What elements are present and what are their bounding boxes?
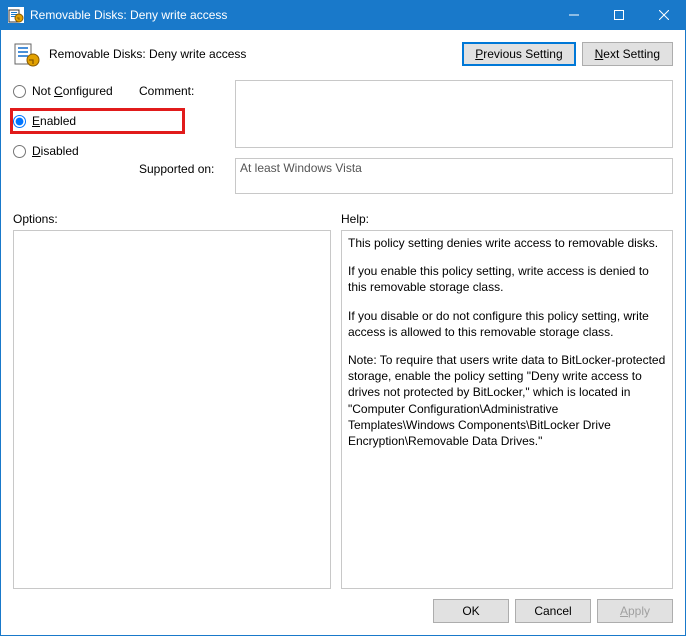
ok-button[interactable]: OK: [433, 599, 509, 623]
options-label: Options:: [13, 212, 331, 226]
help-paragraph: This policy setting denies write access …: [348, 235, 666, 251]
radio-not-configured[interactable]: Not Configured: [13, 84, 133, 98]
help-paragraph: If you enable this policy setting, write…: [348, 263, 666, 295]
comment-textarea[interactable]: [235, 80, 673, 148]
minimize-button[interactable]: [551, 0, 596, 30]
cancel-button[interactable]: Cancel: [515, 599, 591, 623]
supported-on-value: At least Windows Vista: [235, 158, 673, 194]
previous-setting-button[interactable]: Previous Setting: [462, 42, 575, 66]
page-icon: [13, 40, 41, 68]
help-paragraph: Note: To require that users write data t…: [348, 352, 666, 449]
next-setting-button[interactable]: Next Setting: [582, 42, 673, 66]
radio-enabled-label: Enabled: [32, 114, 76, 128]
radio-disabled-label: Disabled: [32, 144, 79, 158]
titlebar: Removable Disks: Deny write access: [0, 0, 686, 30]
radio-enabled-input[interactable]: [13, 115, 26, 128]
page-title: Removable Disks: Deny write access: [49, 47, 454, 61]
apply-button[interactable]: Apply: [597, 599, 673, 623]
radio-not-configured-label: Not Configured: [32, 84, 113, 98]
radio-disabled[interactable]: Disabled: [13, 144, 133, 158]
help-paragraph: If you disable or do not configure this …: [348, 308, 666, 340]
close-button[interactable]: [641, 0, 686, 30]
comment-label: Comment:: [139, 80, 229, 148]
supported-on-label: Supported on:: [139, 158, 229, 194]
window-controls: [551, 0, 686, 30]
radio-not-configured-input[interactable]: [13, 85, 26, 98]
options-pane: [13, 230, 331, 589]
help-label: Help:: [341, 212, 369, 226]
radio-disabled-input[interactable]: [13, 145, 26, 158]
maximize-button[interactable]: [596, 0, 641, 30]
help-pane: This policy setting denies write access …: [341, 230, 673, 589]
window-title: Removable Disks: Deny write access: [30, 8, 551, 22]
policy-icon: [8, 7, 24, 23]
